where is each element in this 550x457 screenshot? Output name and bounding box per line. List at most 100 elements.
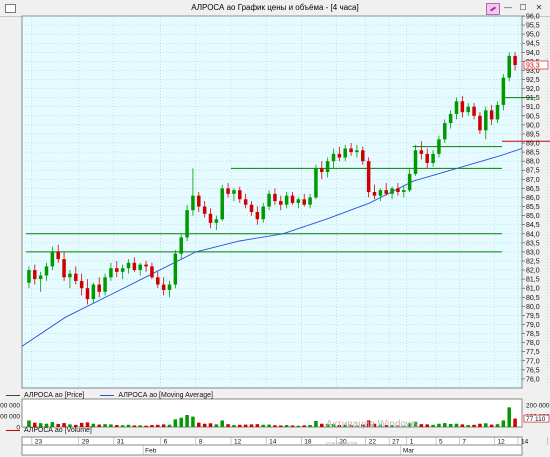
- volume-bar: [238, 424, 242, 427]
- price-tick-label: 86,5: [526, 186, 540, 193]
- volume-bar: [320, 423, 324, 427]
- price-tick-label: 81,0: [526, 286, 540, 293]
- date-tick-label: 1: [410, 439, 414, 446]
- candle-body: [115, 268, 119, 272]
- volume-bar: [454, 423, 459, 427]
- volume-bar: [489, 424, 494, 427]
- price-tick-label: 85,5: [526, 204, 540, 211]
- candle-body: [390, 188, 394, 194]
- volume-bar: [507, 407, 511, 427]
- price-tick-label: 92,0: [526, 86, 540, 93]
- activation-watermark-sub: компьюте: [326, 441, 358, 448]
- volume-bar: [126, 424, 131, 427]
- volume-bar: [144, 425, 148, 427]
- candle-body: [202, 206, 207, 214]
- volume-bar: [220, 420, 224, 427]
- price-volume-chart[interactable]: 96,095,595,094,594,093,593,092,592,091,5…: [0, 0, 550, 457]
- candle-body: [337, 153, 342, 158]
- candle-body: [132, 262, 137, 271]
- candle-body: [407, 173, 412, 191]
- volume-bar: [191, 416, 195, 427]
- candle-body: [173, 253, 178, 285]
- volume-legend: АЛРОСА ао [Volume]: [6, 427, 92, 434]
- price-tick-label: 81,5: [526, 277, 540, 284]
- volume-bar: [431, 424, 435, 427]
- candle-body: [355, 150, 359, 153]
- volume-bar: [460, 424, 465, 427]
- candle-body: [366, 161, 371, 193]
- price-tick-label: 79,5: [526, 313, 540, 320]
- volume-bar: [202, 423, 207, 427]
- date-tick-label: 29: [82, 439, 90, 446]
- last-price-label: 93,3: [526, 62, 540, 69]
- candle-body: [249, 204, 254, 212]
- candle-body: [361, 150, 365, 162]
- volume-bar: [120, 425, 125, 427]
- volume-right-tick-label: 77 110: [526, 416, 546, 423]
- candle-body: [478, 115, 482, 131]
- candle-body: [255, 211, 260, 220]
- volume-bar: [267, 424, 271, 427]
- candle-body: [372, 192, 377, 196]
- candle-body: [38, 275, 43, 280]
- volume-bar: [255, 424, 260, 427]
- price-tick-label: 86,0: [526, 195, 540, 202]
- price-tick-label: 91,5: [526, 95, 540, 102]
- price-tick-label: 77,0: [526, 358, 540, 365]
- volume-bar: [425, 424, 429, 427]
- price-tick-label: 78,0: [526, 340, 540, 347]
- candle-body: [290, 195, 295, 203]
- candle-body: [267, 193, 271, 207]
- price-tick-label: 83,5: [526, 240, 540, 247]
- candle-body: [56, 251, 60, 260]
- volume-bar: [91, 423, 96, 427]
- volume-tick-label: 100 000: [0, 414, 20, 421]
- volume-bar: [243, 424, 248, 427]
- price-tick-label: 89,5: [526, 131, 540, 138]
- volume-bar: [232, 425, 236, 427]
- date-tick-label: 12: [234, 439, 242, 446]
- volume-plot-area: [21, 398, 523, 428]
- legend-moving-average: АЛРОСА ао [Moving Average]: [100, 392, 213, 399]
- volume-bar: [495, 424, 500, 427]
- volume-bar: [419, 424, 424, 427]
- candle-body: [261, 206, 265, 220]
- volume-bar: [443, 423, 447, 427]
- volume-bar: [484, 423, 488, 427]
- volume-bar: [284, 425, 289, 427]
- date-tick-label: 23: [35, 439, 43, 446]
- candle-body: [156, 277, 160, 285]
- price-tick-label: 91,0: [526, 104, 540, 111]
- candle-body: [454, 101, 459, 114]
- month-axis-area: [21, 444, 523, 456]
- date-tick-label: 31: [117, 439, 125, 446]
- volume-bar: [167, 424, 172, 427]
- price-tick-label: 95,5: [526, 23, 540, 30]
- price-tick-label: 94,5: [526, 41, 540, 48]
- price-tick-label: 90,5: [526, 113, 540, 120]
- candle-body: [320, 168, 324, 173]
- month-label: Mar: [403, 448, 415, 455]
- candle-body: [33, 270, 37, 280]
- legend-price: АЛРОСА ао [Price]: [6, 392, 84, 399]
- date-tick-label: 6: [164, 439, 168, 446]
- candle-body: [296, 199, 301, 203]
- price-tick-label: 80,0: [526, 304, 540, 311]
- volume-bar: [208, 423, 213, 427]
- candle-body: [495, 104, 500, 120]
- candle-body: [466, 106, 470, 113]
- date-tick-label: 5: [439, 439, 443, 446]
- candle-body: [27, 270, 31, 283]
- candle-body: [109, 268, 113, 278]
- volume-tick-label: 200 000: [0, 403, 20, 410]
- candle-body: [232, 190, 236, 194]
- volume-bar: [273, 425, 277, 427]
- price-plot-area: [21, 15, 523, 389]
- volume-bar: [197, 422, 201, 427]
- candle-body: [68, 273, 72, 278]
- candle-body: [308, 197, 312, 205]
- candle-body: [460, 101, 465, 113]
- volume-bar: [115, 425, 119, 427]
- volume-bar: [448, 423, 453, 427]
- price-tick-label: 83,0: [526, 249, 540, 256]
